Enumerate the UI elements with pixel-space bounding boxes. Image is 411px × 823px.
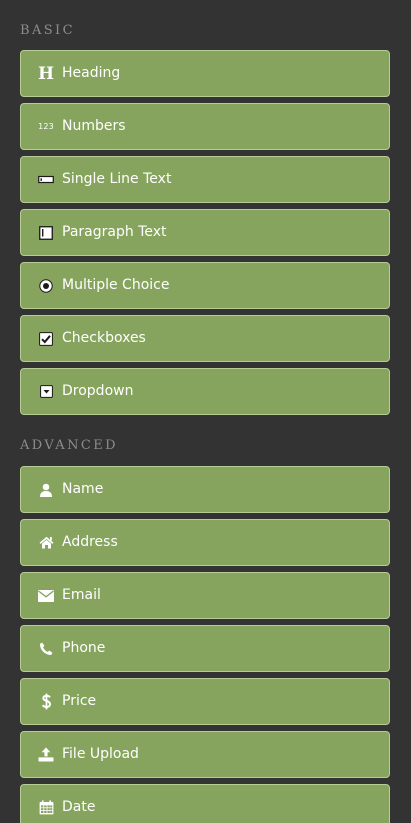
single-line-text-icon bbox=[37, 157, 55, 202]
dropdown-icon bbox=[37, 369, 55, 414]
add-address-button[interactable]: Address bbox=[20, 519, 390, 566]
field-label: Checkboxes bbox=[62, 330, 146, 346]
home-icon bbox=[37, 520, 55, 565]
field-label: Dropdown bbox=[62, 383, 134, 399]
upload-icon bbox=[37, 732, 55, 777]
field-palette: BASIC H Heading 123 Numbers Single Line … bbox=[0, 0, 411, 823]
dollar-icon bbox=[37, 679, 55, 724]
field-label: Numbers bbox=[62, 118, 126, 134]
add-file-upload-button[interactable]: File Upload bbox=[20, 731, 390, 778]
add-checkboxes-button[interactable]: Checkboxes bbox=[20, 315, 390, 362]
user-icon bbox=[37, 467, 55, 512]
field-label: Paragraph Text bbox=[62, 224, 167, 240]
add-multiple-choice-button[interactable]: Multiple Choice bbox=[20, 262, 390, 309]
field-label: Multiple Choice bbox=[62, 277, 170, 293]
field-label: Name bbox=[62, 481, 104, 497]
field-label: Heading bbox=[62, 65, 121, 81]
field-label: File Upload bbox=[62, 746, 139, 762]
section-title-advanced: ADVANCED bbox=[20, 438, 118, 453]
add-phone-button[interactable]: Phone bbox=[20, 625, 390, 672]
field-label: Phone bbox=[62, 640, 106, 656]
field-label: Price bbox=[62, 693, 97, 709]
envelope-icon bbox=[37, 573, 55, 618]
field-label: Single Line Text bbox=[62, 171, 172, 187]
add-heading-button[interactable]: H Heading bbox=[20, 50, 390, 97]
add-name-button[interactable]: Name bbox=[20, 466, 390, 513]
field-label: Date bbox=[62, 799, 96, 815]
add-date-button[interactable]: Date bbox=[20, 784, 390, 823]
heading-icon: H bbox=[37, 63, 55, 84]
field-label: Email bbox=[62, 587, 101, 603]
checkbox-icon bbox=[37, 316, 55, 361]
paragraph-text-icon bbox=[37, 210, 55, 255]
add-dropdown-button[interactable]: Dropdown bbox=[20, 368, 390, 415]
numbers-icon: 123 bbox=[38, 122, 54, 131]
radio-icon bbox=[37, 263, 55, 308]
section-title-basic: BASIC bbox=[20, 23, 75, 38]
add-single-line-text-button[interactable]: Single Line Text bbox=[20, 156, 390, 203]
calendar-icon bbox=[37, 785, 55, 823]
field-label: Address bbox=[62, 534, 118, 550]
add-email-button[interactable]: Email bbox=[20, 572, 390, 619]
add-price-button[interactable]: Price bbox=[20, 678, 390, 725]
add-numbers-button[interactable]: 123 Numbers bbox=[20, 103, 390, 150]
phone-icon bbox=[37, 626, 55, 671]
add-paragraph-text-button[interactable]: Paragraph Text bbox=[20, 209, 390, 256]
